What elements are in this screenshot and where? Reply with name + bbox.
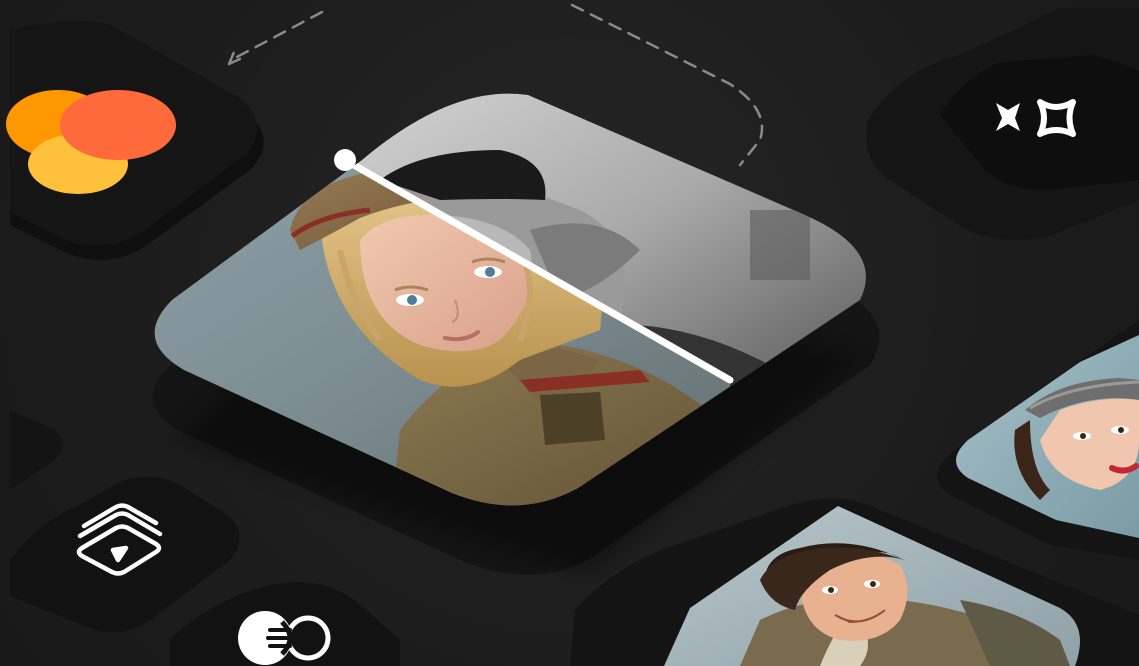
isometric-scene bbox=[6, 3, 1139, 666]
sparkle-tile[interactable] bbox=[866, 8, 1139, 241]
video-layers-tile[interactable] bbox=[10, 476, 240, 633]
color-toggle-tile[interactable] bbox=[170, 582, 400, 666]
before-after-slider-handle[interactable] bbox=[334, 149, 356, 171]
left-edge-tile bbox=[10, 410, 63, 490]
app-logo-tile[interactable] bbox=[6, 21, 264, 260]
scene-canvas bbox=[0, 0, 1139, 666]
